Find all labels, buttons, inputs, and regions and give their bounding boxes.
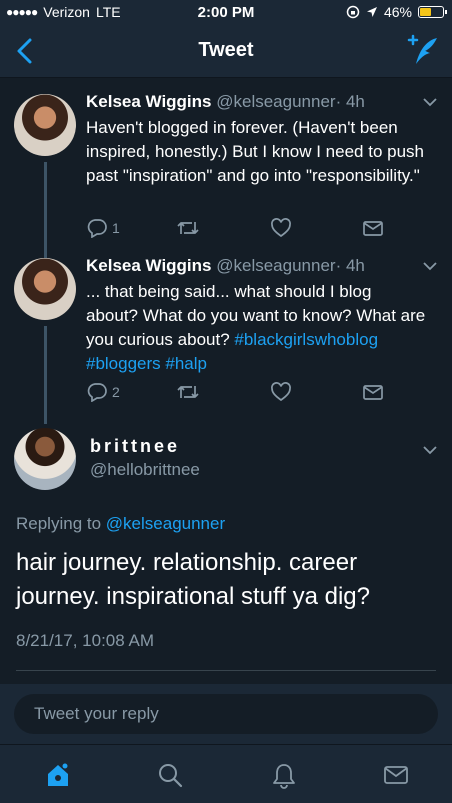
thread-tweet-2[interactable]: Kelsea Wiggins @kelseagunner· 4h ... tha… — [0, 248, 452, 424]
battery-percent: 46% — [383, 4, 412, 20]
main-author-handle[interactable]: @hellobrittnee — [90, 460, 200, 480]
main-tweet-text: hair journey. relationship. career journ… — [16, 549, 370, 610]
reply-count: 1 — [112, 220, 120, 236]
location-arrow-icon — [366, 7, 377, 17]
avatar[interactable] — [14, 94, 76, 156]
compose-tweet-icon[interactable] — [406, 34, 440, 68]
retweet-button[interactable] — [176, 382, 200, 402]
author-handle[interactable]: @kelseagunner — [216, 256, 335, 275]
envelope-icon — [363, 385, 383, 400]
messages-icon[interactable] — [382, 761, 410, 789]
retweet-icon — [177, 222, 199, 234]
chevron-down-icon[interactable] — [422, 260, 438, 272]
tweet-time: · 4h — [335, 92, 365, 111]
dm-share-button[interactable] — [362, 218, 384, 238]
dm-share-button[interactable] — [362, 382, 384, 402]
retweet-icon — [177, 386, 199, 398]
thread-line — [44, 326, 47, 424]
reply-button[interactable]: 1 — [86, 218, 120, 238]
tweet-text: ... that being said... what should I blo… — [86, 280, 426, 376]
status-right: 46% — [346, 4, 447, 20]
heart-icon — [271, 382, 291, 402]
rotation-lock-icon — [346, 5, 360, 19]
battery-level — [420, 8, 432, 16]
like-button[interactable] — [270, 218, 292, 238]
divider — [16, 670, 436, 671]
tweet-header: Kelsea Wiggins @kelseagunner· 4h — [86, 92, 365, 112]
main-author-name[interactable]: brittnee — [90, 436, 180, 457]
tweet-time: · 4h — [335, 256, 365, 275]
thread-tweet-1[interactable]: Kelsea Wiggins @kelseagunner· 4h Haven't… — [0, 78, 452, 260]
tweet-actions: 2 — [86, 382, 396, 406]
author-handle[interactable]: @kelseagunner — [216, 92, 335, 111]
retweet-button[interactable] — [176, 218, 200, 238]
author-name[interactable]: Kelsea Wiggins — [86, 256, 212, 275]
tweet-header: Kelsea Wiggins @kelseagunner· 4h — [86, 256, 365, 276]
tweet-text: Haven't blogged in forever. (Haven't bee… — [86, 118, 424, 185]
home-icon[interactable] — [44, 761, 72, 789]
author-name[interactable]: Kelsea Wiggins — [86, 92, 212, 111]
envelope-icon — [363, 221, 383, 236]
notifications-icon[interactable] — [270, 761, 298, 789]
page-title: Tweet — [198, 39, 254, 61]
reply-input[interactable] — [14, 694, 438, 734]
replying-to-label: Replying to — [16, 514, 102, 533]
chevron-down-icon[interactable] — [422, 96, 438, 108]
heart-icon — [271, 218, 291, 238]
chevron-down-icon[interactable] — [422, 444, 438, 456]
nav-bar: Tweet — [0, 24, 452, 78]
battery-icon — [418, 6, 447, 18]
main-avatar[interactable] — [14, 428, 76, 490]
reply-area — [0, 684, 452, 744]
main-tweet-date: 8/21/17, 10:08 AM — [16, 631, 154, 650]
reply-count: 2 — [112, 384, 120, 400]
replying-to-handle[interactable]: @kelseagunner — [106, 514, 225, 533]
status-bar: ●●●●● Verizon LTE 2:00 PM 46% — [0, 0, 452, 24]
like-button[interactable] — [270, 382, 292, 402]
thread-line — [44, 162, 47, 260]
tab-bar — [0, 744, 452, 803]
avatar[interactable] — [14, 258, 76, 320]
replying-to: Replying to @kelseagunner — [16, 514, 225, 534]
reply-icon — [87, 383, 107, 402]
reply-button[interactable]: 2 — [86, 382, 120, 402]
tweet-actions: 1 — [86, 218, 396, 242]
reply-icon — [87, 219, 107, 238]
search-icon[interactable] — [156, 761, 184, 789]
